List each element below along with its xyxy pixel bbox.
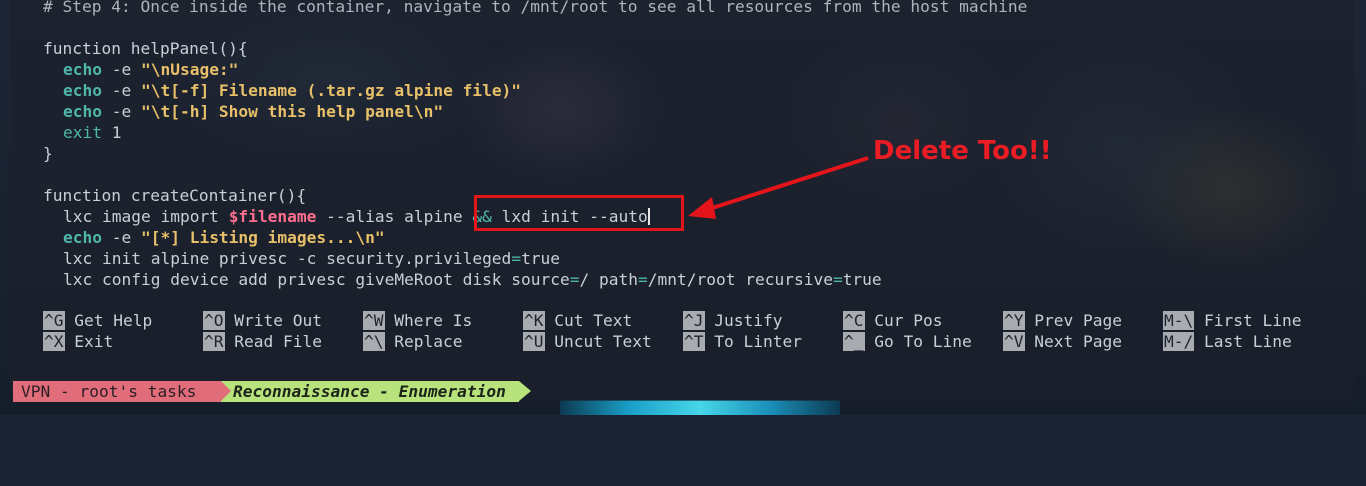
status-window-arrow (519, 381, 531, 401)
annotation-label: Delete Too!! (873, 136, 1052, 166)
shortcut-cut-text[interactable]: ^K Cut Text (523, 310, 632, 331)
annotation-arrow-head (688, 197, 716, 219)
shortcut-cur-pos[interactable]: ^C Cur Pos (843, 310, 942, 331)
shortcut-replace[interactable]: ^\ Replace (363, 331, 462, 352)
shortcut-first-line[interactable]: M-\ First Line (1163, 310, 1301, 331)
shortcut-justify[interactable]: ^J Justify (683, 310, 782, 331)
shortcut-uncut-text[interactable]: ^U Uncut Text (523, 331, 652, 352)
status-window-name[interactable]: Reconnaissance - Enumeration (221, 381, 519, 402)
shortcut-get-help[interactable]: ^G Get Help (43, 310, 152, 331)
shortcut-go-to-line[interactable]: ^_ Go To Line (843, 331, 972, 352)
shortcut-to-linter[interactable]: ^T To Linter (683, 331, 802, 352)
shortcut-read-file[interactable]: ^R Read File (203, 331, 322, 352)
status-session-arrow (221, 381, 231, 401)
shortcut-next-page[interactable]: ^V Next Page (1003, 331, 1122, 352)
annotation-arrow-icon (688, 156, 869, 219)
shortcut-last-line[interactable]: M-/ Last Line (1163, 331, 1292, 352)
shortcut-write-out[interactable]: ^O Write Out (203, 310, 322, 331)
annotation-arrow-line (705, 156, 869, 212)
tmux-status-bar: Reconnaissance - Enumeration VPN - root'… (13, 381, 531, 402)
shortcut-where-is[interactable]: ^W Where Is (363, 310, 472, 331)
status-session-name[interactable]: VPN - root's tasks (13, 381, 221, 402)
shortcut-prev-page[interactable]: ^Y Prev Page (1003, 310, 1122, 331)
shortcut-exit[interactable]: ^X Exit (43, 331, 113, 352)
